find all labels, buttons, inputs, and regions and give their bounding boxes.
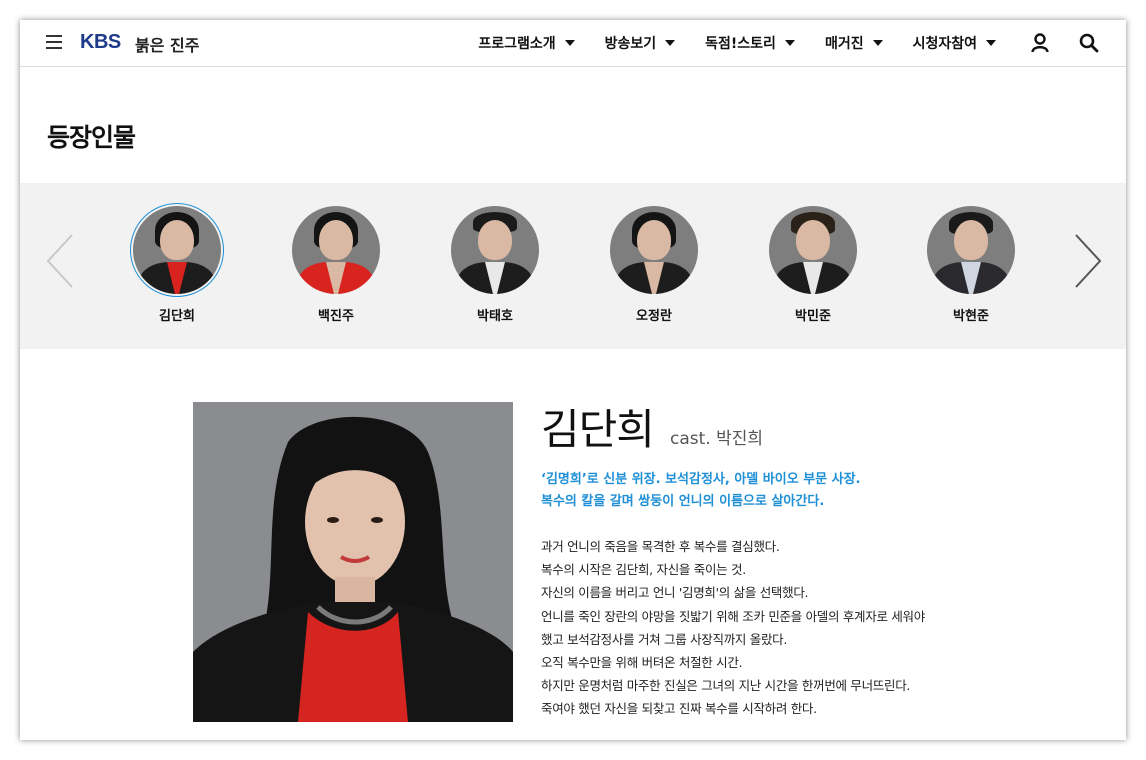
cast-name: 박현준 [953, 309, 989, 324]
avatar-face [319, 220, 353, 260]
cast-carousel: 김단희 백진주 박태호 오정란 박민준 박현준 [20, 183, 1126, 349]
cast-item-2[interactable]: 박태호 [435, 203, 555, 324]
avatar-ring [766, 203, 860, 297]
character-portrait [193, 402, 513, 722]
description-line: 죽여야 했던 자신을 되찾고 진짜 복수를 시작하려 한다. [541, 701, 817, 717]
description-line: 오직 복수만을 위해 버텨온 처절한 시간. [541, 655, 743, 671]
description-line: 했고 보석감정사를 거쳐 그룹 사장직까지 올랐다. [541, 631, 788, 647]
avatar-ring [289, 203, 383, 297]
nav-label: 시청자참여 [912, 36, 977, 52]
avatar-face [796, 220, 830, 260]
cast-name: 박태호 [477, 309, 513, 324]
caret-down-icon [564, 40, 575, 46]
avatar [451, 206, 539, 294]
chevron-left-icon[interactable] [44, 233, 76, 289]
avatar-ring [130, 203, 224, 297]
tagline-line: ‘김명희’로 신분 위장. 보석감정사, 아델 바이오 부문 사장. [541, 472, 861, 487]
nav-magazine[interactable]: 매거진 [825, 33, 883, 53]
cast-name: 김단희 [159, 309, 195, 324]
nav-viewer-participation[interactable]: 시청자참여 [913, 33, 996, 53]
cast-item-3[interactable]: 오정란 [594, 203, 714, 324]
description-line: 과거 언니의 죽음을 목격한 후 복수를 결심했다. [541, 539, 780, 554]
user-icon[interactable] [1029, 32, 1051, 54]
chevron-right-icon[interactable] [1072, 233, 1104, 289]
nav-exclusive-story[interactable]: 독점!스토리 [705, 33, 795, 53]
avatar [292, 206, 380, 294]
site-header: KBS 붉은 진주 프로그램소개 방송보기 독점!스토리 매거진 시청자참여 [20, 20, 1126, 67]
hamburger-menu-icon[interactable] [46, 35, 62, 49]
page-title: 등장인물 [47, 123, 136, 152]
avatar [769, 206, 857, 294]
nav-label: 독점!스토리 [705, 36, 776, 52]
avatar [133, 206, 221, 294]
avatar-face [954, 220, 988, 260]
avatar-face [160, 220, 194, 260]
description-line: 복수의 시작은 김단희, 자신을 죽이는 것. [541, 562, 746, 578]
character-name: 김단희 [541, 405, 655, 454]
caret-down-icon [665, 40, 676, 46]
nav-watch[interactable]: 방송보기 [605, 33, 676, 53]
main-nav: 프로그램소개 방송보기 독점!스토리 매거진 시청자참여 [448, 20, 996, 66]
avatar [927, 206, 1015, 294]
character-tagline: ‘김명희’로 신분 위장. 보석감정사, 아델 바이오 부문 사장. 복수의 칼… [541, 469, 861, 513]
avatar-face [478, 220, 512, 260]
description-line: 언니를 죽인 장란의 야망을 짓밟기 위해 조카 민준을 아델의 후계자로 세워… [541, 608, 925, 624]
character-description: 과거 언니의 죽음을 목격한 후 복수를 결심했다. 복수의 시작은 김단희, … [541, 535, 925, 721]
nav-label: 매거진 [824, 36, 864, 52]
avatar-ring [448, 203, 542, 297]
nav-label: 프로그램소개 [478, 36, 556, 52]
tagline-line: 복수의 칼을 갈며 쌍둥이 언니의 이름으로 살아간다. [541, 494, 825, 509]
description-line: 자신의 이름을 버리고 언니 '김명희'의 삶을 선택했다. [541, 585, 809, 601]
cast-name: 백진주 [318, 309, 354, 324]
cast-name: 오정란 [636, 309, 672, 324]
description-line: 하지만 운명처럼 마주한 진실은 그녀의 지난 시간을 한꺼번에 무너뜨린다. [541, 678, 911, 694]
cast-actor: cast. 박진희 [670, 429, 764, 449]
cast-item-5[interactable]: 박현준 [911, 203, 1031, 324]
avatar-ring [607, 203, 701, 297]
cast-item-1[interactable]: 백진주 [276, 203, 396, 324]
nav-label: 방송보기 [604, 36, 657, 52]
cast-name: 박민준 [795, 309, 831, 324]
search-icon[interactable] [1078, 32, 1100, 54]
nav-program-info[interactable]: 프로그램소개 [478, 33, 575, 53]
avatar-ring [924, 203, 1018, 297]
kbs-logo[interactable]: KBS [80, 31, 121, 54]
cast-item-4[interactable]: 박민준 [753, 203, 873, 324]
avatar-face [637, 220, 671, 260]
caret-down-icon [986, 40, 996, 46]
site-title[interactable]: 붉은 진주 [135, 32, 199, 56]
browser-page: KBS 붉은 진주 프로그램소개 방송보기 독점!스토리 매거진 시청자참여 등… [20, 20, 1126, 740]
caret-down-icon [784, 40, 795, 46]
caret-down-icon [872, 40, 883, 46]
avatar [610, 206, 698, 294]
cast-item-0[interactable]: 김단희 [117, 203, 237, 324]
